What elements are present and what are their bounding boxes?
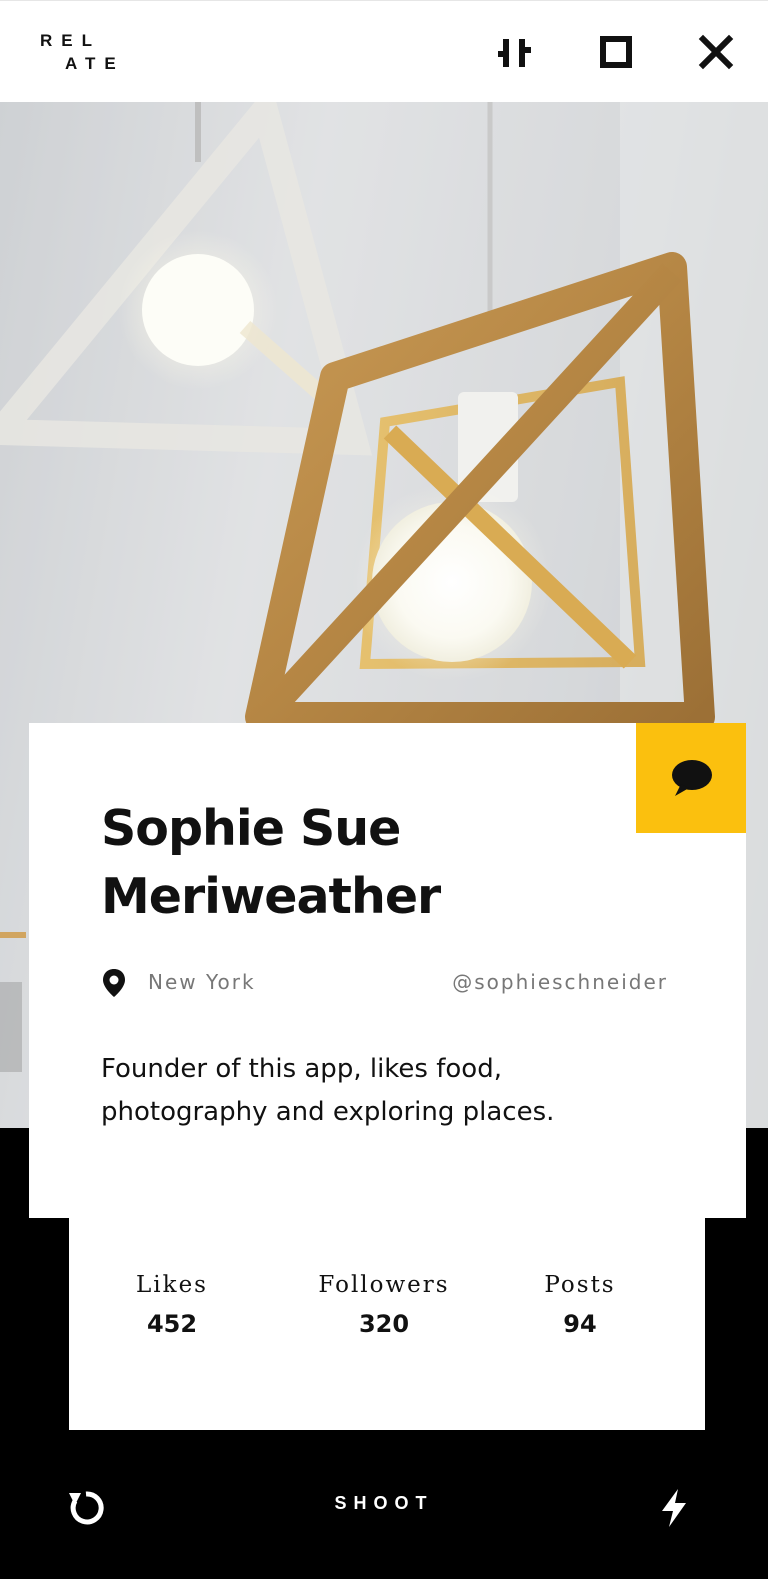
location-pin-icon: [101, 968, 127, 998]
square-icon[interactable]: [597, 33, 637, 73]
profile-name: Sophie Sue Meriweather: [101, 800, 441, 925]
stat-likes[interactable]: Likes 452: [92, 1272, 252, 1338]
adjust-icon[interactable]: [497, 33, 537, 73]
stat-label: Posts: [544, 1272, 616, 1298]
top-bar: REL ATE: [0, 0, 768, 102]
profile-handle[interactable]: @sophieschneider: [452, 970, 668, 994]
chat-bubble-icon: [672, 760, 712, 796]
stat-value: 94: [563, 1310, 597, 1338]
shoot-button[interactable]: SHOOT: [0, 1493, 768, 1514]
stat-followers[interactable]: Followers 320: [304, 1272, 464, 1338]
close-icon[interactable]: [697, 33, 737, 73]
message-button[interactable]: [636, 723, 746, 833]
stat-value: 320: [358, 1310, 410, 1338]
stat-posts[interactable]: Posts 94: [500, 1272, 660, 1338]
logo-line-2: ATE: [65, 54, 125, 73]
stat-value: 452: [146, 1310, 198, 1338]
app-logo[interactable]: REL ATE: [40, 29, 125, 75]
stat-label: Likes: [136, 1272, 208, 1298]
profile-bio: Founder of this app, likes food, photogr…: [101, 1054, 555, 1127]
stat-label: Followers: [318, 1272, 450, 1298]
logo-line-1: REL: [40, 31, 101, 50]
profile-location: New York: [148, 970, 256, 994]
flash-icon[interactable]: [654, 1487, 696, 1529]
